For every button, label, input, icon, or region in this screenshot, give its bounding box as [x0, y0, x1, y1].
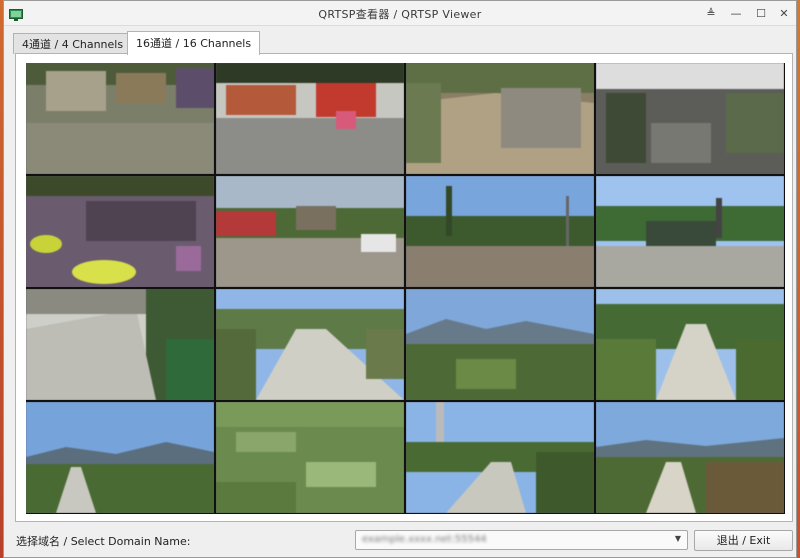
camera-feed-9: [26, 289, 214, 400]
exit-button[interactable]: 退出 / Exit: [694, 530, 793, 551]
camera-tile-9[interactable]: [26, 289, 214, 400]
camera-tile-14[interactable]: [216, 402, 404, 513]
chevron-down-icon[interactable]: ▼: [675, 534, 681, 543]
camera-feed-2: [216, 63, 404, 174]
camera-feed-4: [596, 63, 784, 174]
camera-tile-4[interactable]: [596, 63, 784, 174]
camera-tile-1[interactable]: [26, 63, 214, 174]
title-bar[interactable]: QRTSP查看器 / QRTSP Viewer ≜ — ☐ ✕: [4, 1, 796, 26]
camera-feed-12: [596, 289, 784, 400]
camera-feed-7: [406, 176, 594, 287]
camera-tile-13[interactable]: [26, 402, 214, 513]
camera-feed-6: [216, 176, 404, 287]
camera-feed-8: [596, 176, 784, 287]
camera-feed-1: [26, 63, 214, 174]
camera-feed-3: [406, 63, 594, 174]
video-grid: [26, 63, 785, 514]
tab-4-channels[interactable]: 4通道 / 4 Channels: [13, 33, 133, 54]
close-button[interactable]: ✕: [775, 4, 793, 22]
camera-tile-16[interactable]: [596, 402, 784, 513]
camera-tile-6[interactable]: [216, 176, 404, 287]
camera-tile-5[interactable]: [26, 176, 214, 287]
camera-feed-13: [26, 402, 214, 513]
camera-tile-7[interactable]: [406, 176, 594, 287]
camera-tile-10[interactable]: [216, 289, 404, 400]
camera-tile-2[interactable]: [216, 63, 404, 174]
camera-feed-16: [596, 402, 784, 513]
camera-feed-10: [216, 289, 404, 400]
domain-select[interactable]: example.xxxx.net:55544 ▼: [355, 530, 688, 550]
video-pane: [15, 53, 793, 522]
camera-tile-12[interactable]: [596, 289, 784, 400]
minimize-button[interactable]: —: [727, 4, 745, 22]
window-title: QRTSP查看器 / QRTSP Viewer: [318, 8, 482, 21]
camera-feed-11: [406, 289, 594, 400]
app-window: QRTSP查看器 / QRTSP Viewer ≜ — ☐ ✕ 4通道 / 4 …: [3, 0, 797, 558]
camera-tile-11[interactable]: [406, 289, 594, 400]
maximize-button[interactable]: ☐: [752, 4, 770, 22]
camera-feed-5: [26, 176, 214, 287]
pin-icon[interactable]: ≜: [702, 4, 720, 22]
domain-label: 选择域名 / Select Domain Name:: [16, 535, 191, 548]
camera-tile-3[interactable]: [406, 63, 594, 174]
camera-tile-8[interactable]: [596, 176, 784, 287]
camera-feed-15: [406, 402, 594, 513]
domain-select-value: example.xxxx.net:55544: [362, 534, 487, 545]
tab-16-channels[interactable]: 16通道 / 16 Channels: [127, 31, 261, 55]
camera-feed-14: [216, 402, 404, 513]
camera-tile-15[interactable]: [406, 402, 594, 513]
